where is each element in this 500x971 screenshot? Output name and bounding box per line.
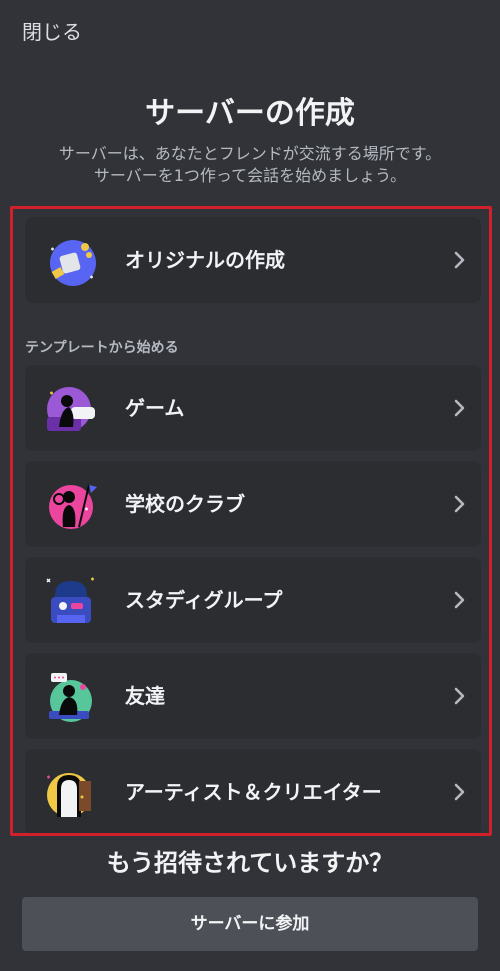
chevron-right-icon [454, 251, 465, 269]
join-server-button[interactable]: サーバーに参加 [22, 897, 478, 951]
page-subtitle: サーバーは、あなたとフレンドが交流する場所です。 サーバーを1つ作って会話を始め… [20, 143, 480, 187]
join-heading: もう招待されていますか？ [106, 849, 394, 877]
template-artists-label: アーティスト＆クリエイター [125, 780, 382, 804]
create-original-button[interactable]: オリジナルの作成 [25, 217, 481, 303]
template-school-club-button[interactable]: 学校のクラブ [25, 461, 481, 547]
template-friends-button[interactable]: 友達 [25, 653, 481, 739]
template-school-club-label: 学校のクラブ [125, 492, 245, 516]
create-server-screen: 閉じる サーバーの作成 サーバーは、あなたとフレンドが交流する場所です。 サーバ… [0, 0, 500, 971]
create-original-label: オリジナルの作成 [125, 248, 285, 272]
subtitle-line-1: サーバーは、あなたとフレンドが交流する場所です。 [58, 144, 442, 163]
template-gaming-label: ゲーム [125, 396, 185, 420]
gaming-illustration-icon [47, 387, 95, 431]
chevron-right-icon [454, 687, 465, 705]
chevron-right-icon [454, 591, 465, 609]
highlight-box: オリジナルの作成 テンプレートから始める ゲーム 学校のクラブ スタディグループ… [10, 206, 492, 836]
page-title: サーバーの作成 [145, 96, 355, 131]
study-group-illustration-icon [46, 577, 94, 623]
template-section-label: テンプレートから始める [25, 340, 179, 356]
school-club-illustration-icon [49, 484, 97, 529]
create-server-illustration-icon [50, 240, 96, 286]
subtitle-line-2: サーバーを1つ作って会話を始めましょう。 [93, 166, 407, 185]
template-study-group-button[interactable]: スタディグループ [25, 557, 481, 643]
template-study-group-label: スタディグループ [125, 588, 283, 612]
close-button[interactable]: 閉じる [22, 16, 82, 45]
template-artists-button[interactable]: アーティスト＆クリエイター [25, 749, 481, 833]
friends-illustration-icon [49, 673, 92, 722]
template-friends-label: 友達 [125, 684, 165, 708]
template-gaming-button[interactable]: ゲーム [25, 365, 481, 451]
artists-illustration-icon [47, 773, 91, 817]
chevron-right-icon [454, 399, 465, 417]
chevron-right-icon [454, 495, 465, 513]
chevron-right-icon [454, 783, 465, 801]
